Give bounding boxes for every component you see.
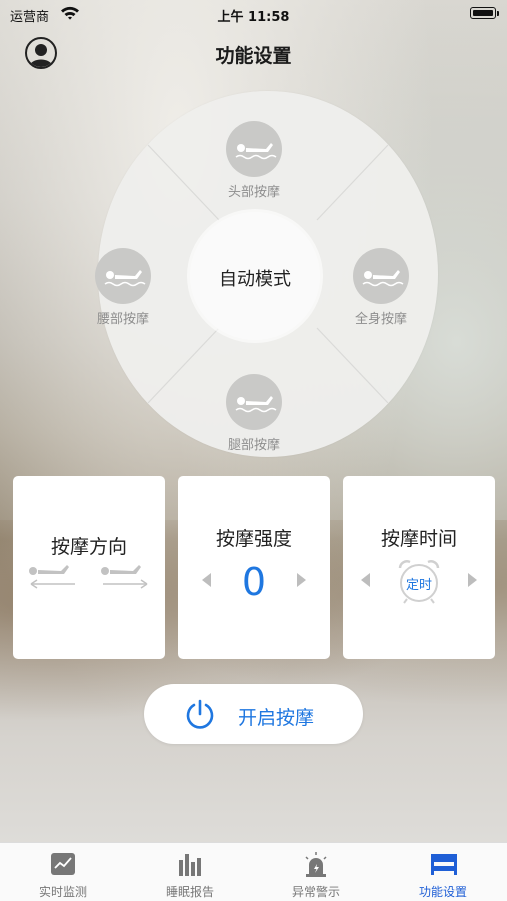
waist-massage-option[interactable]: 腰部按摩	[78, 248, 168, 327]
leg-massage-label: 腿部按摩	[227, 438, 280, 453]
tab-function-settings[interactable]: 功能设置	[380, 843, 506, 901]
head-massage-option[interactable]: 头部按摩	[209, 121, 299, 200]
intensity-value: 0	[241, 560, 267, 604]
tab-label: 实时监测	[38, 885, 87, 899]
tab-label: 睡眠报告	[165, 885, 214, 899]
full-body-massage-label: 全身按摩	[354, 312, 407, 327]
timer-title: 按摩时间	[380, 528, 457, 550]
head-massage-label: 头部按摩	[227, 185, 280, 200]
power-icon	[186, 699, 214, 729]
start-massage-label: 开启按摩	[238, 707, 315, 729]
direction-card: 按摩方向	[13, 476, 165, 659]
leg-massage-option[interactable]: 腿部按摩	[209, 374, 299, 453]
timer-increase-button[interactable]	[468, 573, 477, 587]
lying-person-icon	[226, 374, 282, 430]
status-bar: 运营商 上午 11:58	[0, 0, 507, 28]
page-title: 功能设置	[215, 45, 292, 67]
timer-badge[interactable]: 定时	[394, 574, 444, 593]
tab-sleep-report[interactable]: 睡眠报告	[127, 843, 253, 901]
tab-bar: 实时监测 睡眠报告 异常警示 功能设置	[0, 842, 507, 901]
clock: 上午 11:58	[217, 10, 290, 25]
intensity-title: 按摩强度	[215, 528, 292, 550]
tab-realtime-monitoring[interactable]: 实时监测	[0, 843, 126, 901]
timer-decrease-button[interactable]	[361, 573, 370, 587]
waist-massage-label: 腰部按摩	[96, 312, 149, 327]
nav-bar: 功能设置	[0, 28, 507, 78]
lying-person-icon	[95, 248, 151, 304]
timer-card: 按摩时间 定时	[343, 476, 495, 659]
tab-abnormal-alert[interactable]: 异常警示	[253, 843, 379, 901]
lying-person-icon	[353, 248, 409, 304]
lying-person-icon	[226, 121, 282, 177]
direction-title: 按摩方向	[50, 536, 127, 558]
auto-mode-label: 自动模式	[219, 269, 291, 290]
alarm-light-icon	[305, 852, 327, 877]
tab-label: 异常警示	[291, 885, 340, 899]
chart-icon	[51, 853, 75, 875]
direction-left-icon[interactable]	[25, 562, 83, 592]
battery-cap	[497, 11, 499, 16]
full-body-massage-option[interactable]: 全身按摩	[336, 248, 426, 327]
tab-label: 功能设置	[418, 885, 467, 899]
direction-right-icon[interactable]	[97, 562, 155, 592]
battery-icon	[470, 7, 496, 19]
bar-chart-icon	[179, 854, 201, 876]
bed-icon	[431, 854, 457, 875]
